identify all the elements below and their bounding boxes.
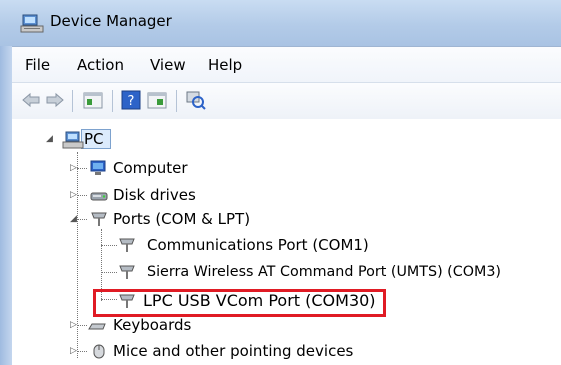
port-icon [119,238,135,252]
expand-arrow-icon[interactable]: ▷ [70,314,77,336]
toolbar-separator [176,90,177,112]
disk-icon [90,192,108,201]
menu-file[interactable]: File [25,56,50,74]
expand-arrow-icon[interactable]: ▷ [70,157,77,179]
window-frame [0,46,12,365]
forward-icon[interactable] [44,89,66,111]
tree-item-keyboards[interactable]: ▷ Keyboards [66,314,216,336]
highlight-box [93,289,386,317]
computer-icon [62,131,84,149]
tree-item-sierra-port[interactable]: Sierra Wireless AT Command Port (UMTS) (… [116,261,556,283]
svg-text:?: ? [128,94,135,109]
expand-arrow-icon[interactable]: ▷ [70,340,77,362]
device-manager-icon [20,14,44,33]
expand-arrow-icon[interactable]: ▷ [70,184,77,206]
tree-item-label: Mice and other pointing devices [113,342,354,360]
toolbar-separator [112,90,113,112]
toolbar-separator [72,90,73,112]
toolbar: ? [12,82,561,120]
menu-help[interactable]: Help [208,56,242,74]
title-bar: Device Manager [0,0,561,46]
tree-item-label: Sierra Wireless AT Command Port (UMTS) (… [147,264,502,280]
tree-item-label: Ports (COM & LPT) [113,210,251,228]
tree-item-label: Computer [113,159,188,177]
tree-item-mice[interactable]: ▷ Mice and other pointing devices [66,340,366,362]
computer-icon [90,160,106,175]
tree-item-label: Disk drives [113,186,196,204]
tree-item-computer[interactable]: ▷ Computer [66,157,216,179]
menu-bar: File Action View Help [12,46,561,83]
tree-connector [101,245,117,246]
tree-item-label: Keyboards [113,316,192,334]
tree-item-label: PC [84,130,104,148]
window-title: Device Manager [50,12,172,30]
collapse-arrow-icon[interactable]: ◢ [46,128,53,150]
tree-item-comm-port[interactable]: Communications Port (COM1) [116,234,416,256]
collapse-arrow-icon[interactable]: ◢ [70,208,77,230]
tree-connector [101,272,117,273]
tree-item-ports[interactable]: ◢ Ports (COM & LPT) [66,208,286,230]
properties-icon[interactable] [82,89,104,111]
port-icon [119,265,135,279]
help-icon[interactable]: ? [120,89,142,111]
port-icon [91,212,107,226]
scan-hardware-icon[interactable] [184,89,206,111]
mouse-icon [93,344,105,359]
details-icon[interactable] [146,89,168,111]
tree-item-label: Communications Port (COM1) [147,236,369,254]
menu-action[interactable]: Action [77,56,124,74]
keyboard-icon [88,323,106,330]
menu-view[interactable]: View [150,56,186,74]
tree-item-disk-drives[interactable]: ▷ Disk drives [66,184,216,206]
tree-item-pc[interactable]: ◢ PC [40,128,160,150]
back-icon[interactable] [20,89,42,111]
